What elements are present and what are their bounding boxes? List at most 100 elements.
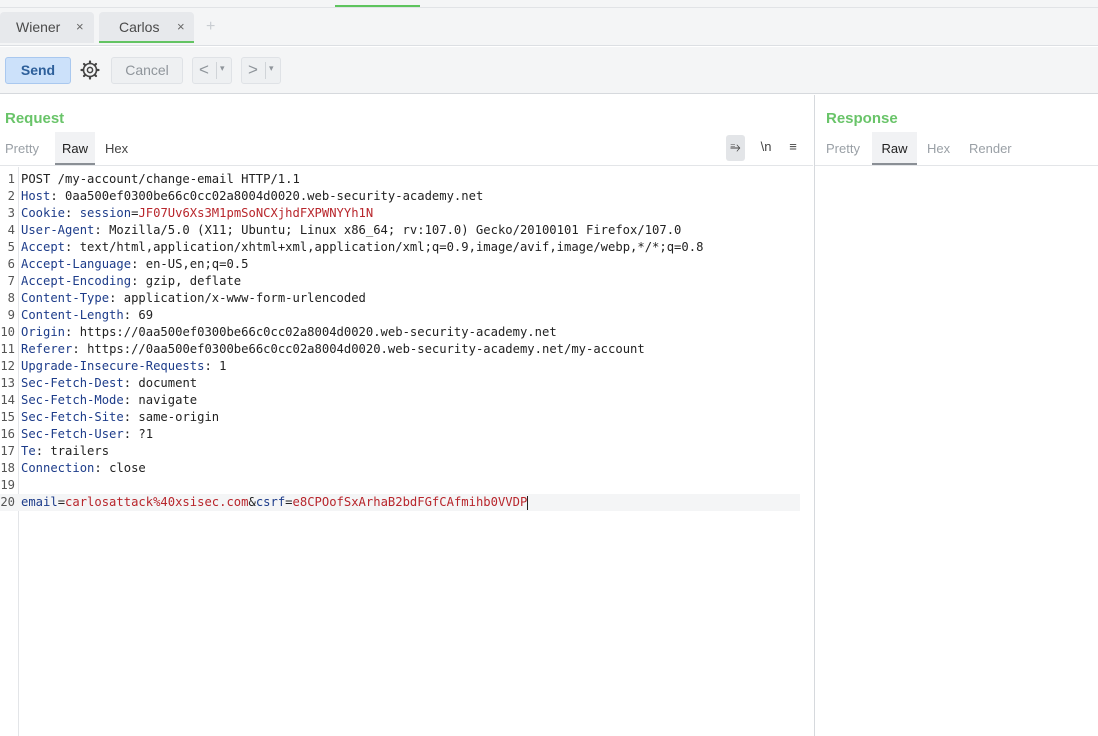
ampersand: &: [248, 495, 256, 509]
header-separator: :: [50, 189, 66, 203]
show-newlines-toggle[interactable]: \n: [756, 135, 776, 161]
header-name: Upgrade-Insecure-Requests: [21, 359, 205, 373]
code-line: 14 Sec-Fetch-Mode: navigate: [0, 392, 800, 409]
request-editor[interactable]: 1 POST /my-account/change-email HTTP/1.1 2…: [0, 167, 813, 736]
header-separator: :: [123, 427, 139, 441]
tab-render[interactable]: Render: [964, 132, 1017, 165]
line-number: 16: [0, 427, 15, 441]
line-content: Accept: text/html,application/xhtml+xml,…: [21, 239, 703, 256]
header-value: application/x-www-form-urlencoded: [123, 291, 366, 305]
send-button[interactable]: Send: [5, 57, 71, 84]
line-content: Te: trailers: [21, 443, 109, 460]
history-back-button[interactable]: < ▾: [192, 57, 232, 84]
line-number: 2: [7, 189, 15, 203]
header-value: close: [109, 461, 146, 475]
header-name: Content-Length: [21, 308, 124, 322]
line-number: 1: [7, 172, 15, 186]
code-line: 16 Sec-Fetch-User: ?1: [0, 426, 800, 443]
header-separator: :: [65, 206, 80, 220]
code-line: 1 POST /my-account/change-email HTTP/1.1: [0, 171, 800, 188]
line-number: 18: [0, 461, 15, 475]
header-value: 0aa500ef0300be66c0cc02a8004d0020.web-sec…: [65, 189, 484, 203]
request-line: POST /my-account/change-email HTTP/1.1: [21, 172, 300, 186]
divider: [265, 62, 266, 79]
line-content: POST /my-account/change-email HTTP/1.1: [21, 171, 300, 188]
line-number: 3: [7, 206, 15, 220]
header-separator: :: [72, 342, 88, 356]
code-line: 7 Accept-Encoding: gzip, deflate: [0, 273, 800, 290]
line-content: Host: 0aa500ef0300be66c0cc02a8004d0020.w…: [21, 188, 483, 205]
header-value: text/html,application/xhtml+xml,applicat…: [79, 240, 704, 254]
param-name: csrf: [255, 495, 286, 509]
request-panel: Request Pretty Raw Hex ⥱ \n ≡ 1 POST /my-…: [0, 95, 813, 736]
response-title: Response: [826, 110, 898, 127]
response-editor[interactable]: [815, 167, 1098, 736]
cookie-name: session: [79, 206, 132, 220]
param-value: e8CPOofSxArhaB2bdFGfCAfmihb0VVDP: [292, 495, 528, 509]
chevron-down-icon[interactable]: ▾: [220, 63, 225, 74]
tab-label: Wiener: [16, 19, 61, 35]
code-line: 10 Origin: https://0aa500ef0300be66c0cc02…: [0, 324, 800, 341]
line-number: 12: [0, 359, 15, 373]
response-panel: Response Pretty Raw Hex Render: [814, 95, 1098, 736]
line-content: Accept-Language: en-US,en;q=0.5: [21, 256, 248, 273]
code-line: 17 Te: trailers: [0, 443, 800, 460]
header-name: User-Agent: [21, 223, 95, 237]
header-value: same-origin: [138, 410, 220, 424]
line-number: 5: [7, 240, 15, 254]
history-forward-button[interactable]: > ▾: [241, 57, 281, 84]
add-tab-icon[interactable]: +: [206, 18, 215, 36]
line-content: Referer: https://0aa500ef0300be66c0cc02a…: [21, 341, 645, 358]
top-strip: [0, 0, 1098, 8]
tab-hex[interactable]: Hex: [100, 132, 133, 165]
line-content: Origin: https://0aa500ef0300be66c0cc02a8…: [21, 324, 557, 341]
line-content: Accept-Encoding: gzip, deflate: [21, 273, 241, 290]
tab-wiener[interactable]: Wiener ×: [0, 12, 94, 43]
header-separator: :: [123, 410, 139, 424]
code-line: 12 Upgrade-Insecure-Requests: 1: [0, 358, 800, 375]
tab-pretty[interactable]: Pretty: [0, 132, 44, 165]
close-icon[interactable]: ×: [76, 19, 84, 34]
repeater-tab-bar: Wiener × Carlos × +: [0, 8, 1098, 46]
line-number: 20: [0, 495, 15, 509]
toolbar: Send Cancel < ▾ > ▾: [0, 47, 1098, 94]
line-content: Sec-Fetch-Dest: document: [21, 375, 197, 392]
equals: =: [285, 495, 293, 509]
code-line: 18 Connection: close: [0, 460, 800, 477]
close-icon[interactable]: ×: [177, 19, 185, 34]
header-name: Sec-Fetch-Mode: [21, 393, 124, 407]
tab-raw[interactable]: Raw: [55, 132, 95, 165]
cancel-button[interactable]: Cancel: [111, 57, 183, 84]
header-separator: :: [131, 257, 146, 271]
line-content: Connection: close: [21, 460, 146, 477]
line-content: Upgrade-Insecure-Requests: 1: [21, 358, 226, 375]
header-name: Te: [21, 444, 36, 458]
header-separator: :: [94, 461, 110, 475]
response-view-tabs: Pretty Raw Hex Render: [815, 132, 1098, 166]
active-module-indicator: [335, 5, 420, 7]
menu-icon[interactable]: ≡: [783, 135, 803, 161]
header-separator: :: [35, 444, 51, 458]
code-line: 8 Content-Type: application/x-www-form-ur…: [0, 290, 800, 307]
chevron-down-icon[interactable]: ▾: [269, 63, 274, 74]
line-number: 19: [0, 478, 15, 492]
line-number: 4: [7, 223, 15, 237]
code-line: 4 User-Agent: Mozilla/5.0 (X11; Ubuntu; L…: [0, 222, 800, 239]
header-separator: :: [94, 223, 110, 237]
chevron-left-icon: <: [199, 60, 209, 79]
header-separator: :: [65, 325, 80, 339]
line-number: 9: [7, 308, 15, 322]
tab-hex[interactable]: Hex: [922, 132, 955, 165]
tab-raw[interactable]: Raw: [872, 132, 917, 165]
line-content: Sec-Fetch-Mode: navigate: [21, 392, 197, 409]
chevron-right-icon: >: [248, 60, 258, 79]
tab-carlos[interactable]: Carlos ×: [99, 12, 194, 43]
header-name: Content-Type: [21, 291, 110, 305]
header-value: ?1: [138, 427, 154, 441]
word-wrap-icon[interactable]: ⥱: [726, 135, 745, 161]
header-name: Accept: [21, 240, 66, 254]
tab-pretty[interactable]: Pretty: [821, 132, 865, 165]
gear-icon[interactable]: [80, 60, 100, 80]
request-view-tabs: Pretty Raw Hex: [0, 132, 813, 166]
divider: [216, 62, 217, 79]
